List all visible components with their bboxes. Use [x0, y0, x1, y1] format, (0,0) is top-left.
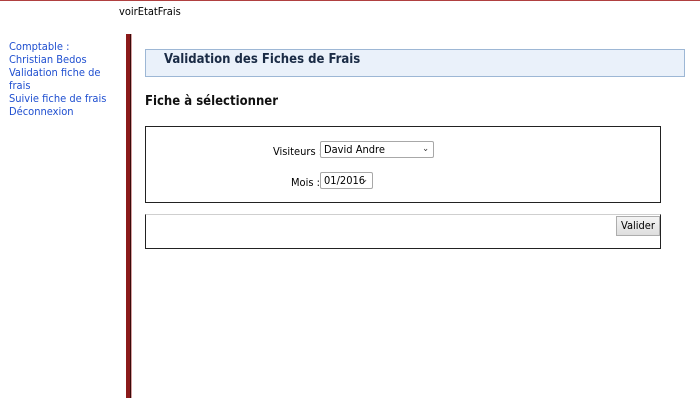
sidebar-item-suivie-fiche-de-frais[interactable]: Suivie fiche de frais: [9, 92, 109, 105]
visitor-label: Visiteurs :: [273, 145, 323, 158]
sidebar: Comptable : Christian Bedos Validation f…: [9, 40, 109, 118]
section-title: Fiche à sélectionner: [145, 94, 278, 109]
chevron-down-icon: ⌄: [361, 175, 368, 185]
user-name: Christian Bedos: [9, 53, 87, 66]
month-select-value: 01/2016: [324, 174, 366, 187]
page-title: Validation des Fiches de Frais: [164, 52, 361, 67]
top-border-line: [0, 0, 700, 1]
page-heading: voirEtatFrais: [119, 5, 181, 18]
user-role-label: Comptable :: [9, 40, 70, 53]
selection-form: Visiteurs : David Andre ⌄ Mois : 01/2016…: [145, 126, 661, 203]
sidebar-item-validation-fiche-de-frais[interactable]: Validation fiche de frais: [9, 66, 109, 92]
action-panel: Valider: [145, 214, 661, 249]
month-label: Mois :: [291, 176, 320, 189]
page-title-box: Validation des Fiches de Frais: [145, 49, 685, 77]
month-select[interactable]: 01/2016 ⌄: [320, 172, 373, 189]
sidebar-item-deconnexion[interactable]: Déconnexion: [9, 105, 109, 118]
visitor-select-value: David Andre: [324, 143, 385, 156]
vertical-divider: [126, 34, 131, 398]
validate-button[interactable]: Valider: [616, 216, 660, 236]
chevron-down-icon: ⌄: [422, 144, 429, 154]
visitor-select[interactable]: David Andre ⌄: [320, 141, 434, 158]
